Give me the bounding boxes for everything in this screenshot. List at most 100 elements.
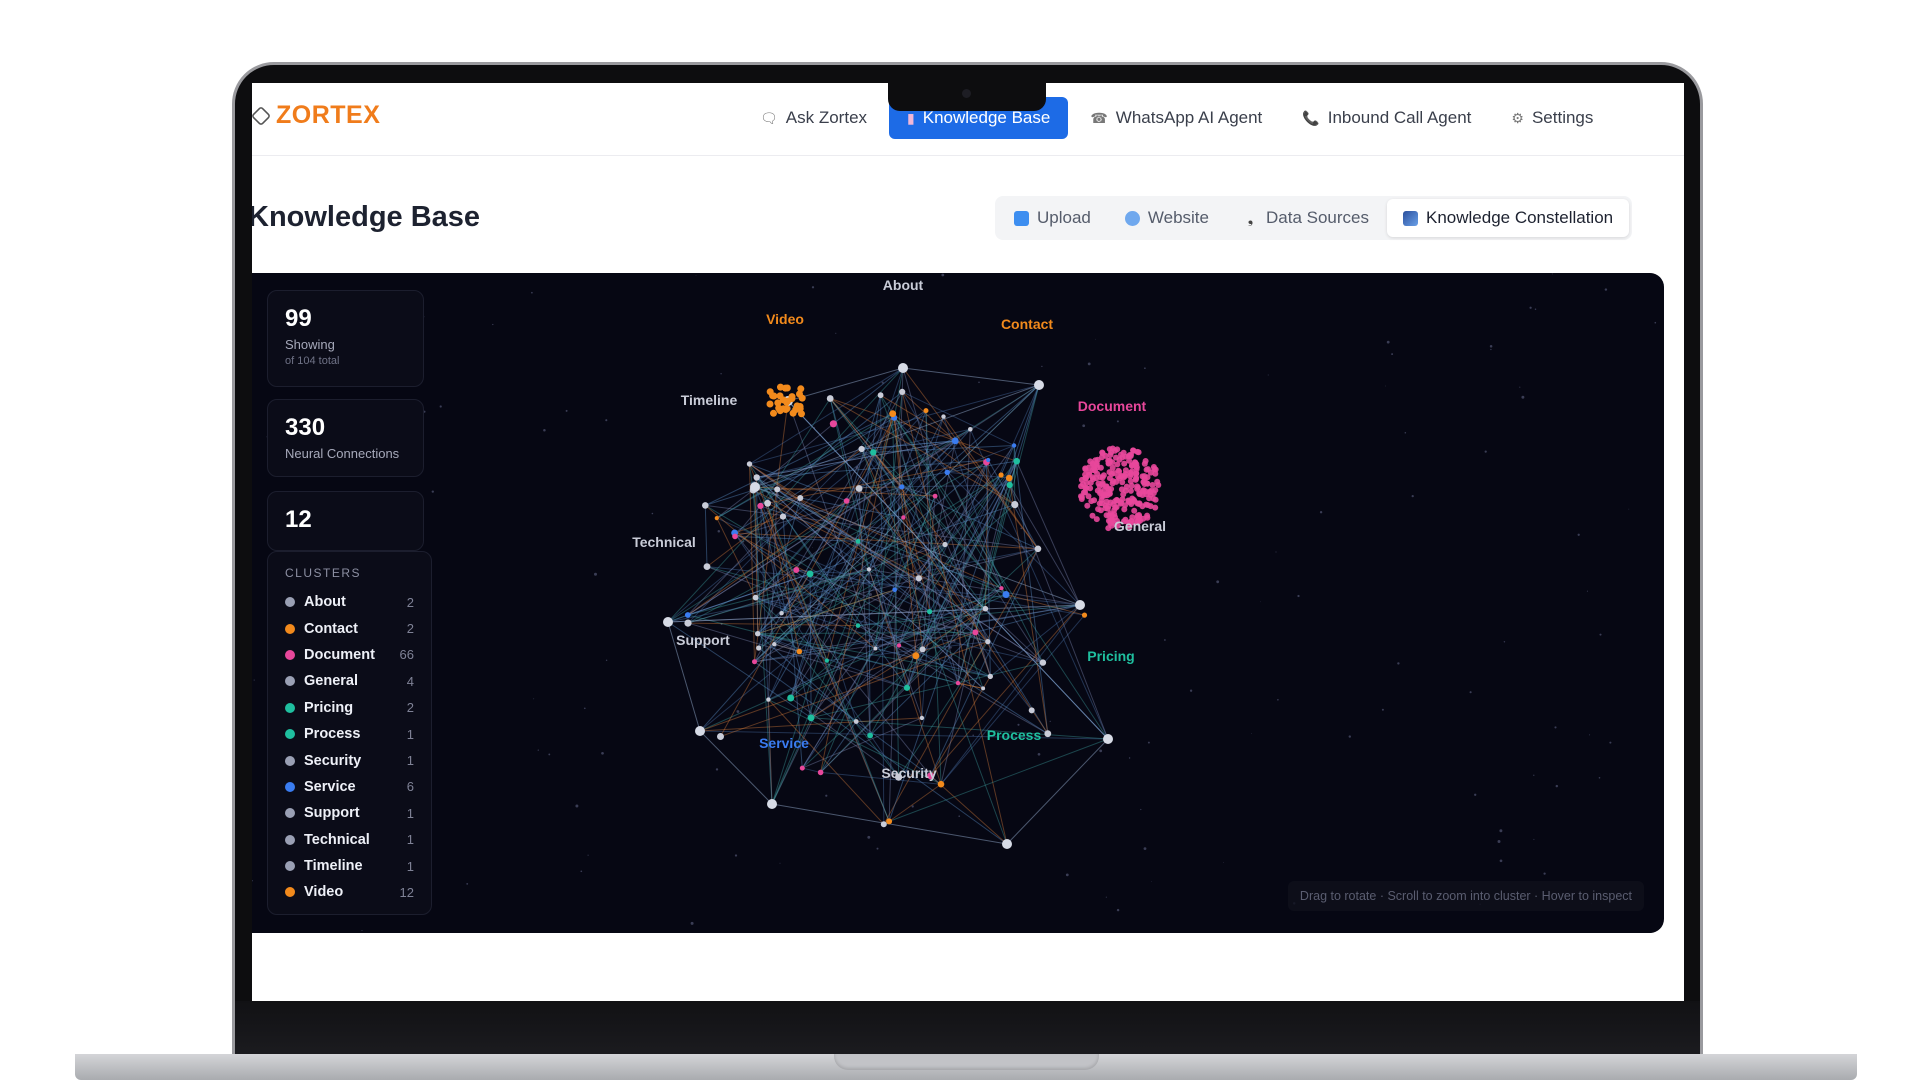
knowledge-node[interactable]	[951, 437, 959, 445]
cluster-hub-node[interactable]	[1002, 839, 1012, 849]
knowledge-node[interactable]	[732, 533, 738, 540]
knowledge-node[interactable]	[824, 658, 830, 663]
knowledge-node[interactable]	[941, 414, 946, 419]
video-cluster-node[interactable]	[796, 405, 804, 413]
tab-upload[interactable]: Upload	[998, 199, 1107, 237]
knowledge-node[interactable]	[942, 541, 948, 548]
video-cluster-node[interactable]	[781, 384, 789, 392]
document-cluster-node[interactable]	[1147, 503, 1154, 510]
knowledge-node[interactable]	[793, 567, 800, 573]
document-cluster-node[interactable]	[1108, 470, 1115, 477]
document-cluster-node[interactable]	[1102, 491, 1109, 498]
cluster-hub-node[interactable]	[663, 617, 673, 627]
cluster-item-technical[interactable]: Technical 1	[285, 827, 414, 853]
knowledge-node[interactable]	[779, 611, 784, 616]
knowledge-node[interactable]	[998, 472, 1004, 478]
knowledge-node[interactable]	[796, 648, 803, 655]
app-logo[interactable]: ZORTEX	[252, 101, 380, 130]
cluster-hub-node[interactable]	[1034, 380, 1044, 390]
document-cluster-node[interactable]	[1141, 479, 1148, 486]
tab-website[interactable]: Website	[1109, 199, 1225, 237]
knowledge-node[interactable]	[766, 697, 771, 702]
document-cluster-node[interactable]	[1122, 467, 1129, 474]
knowledge-node[interactable]	[892, 587, 897, 593]
cluster-item-timeline[interactable]: Timeline 1	[285, 853, 414, 879]
video-cluster-node[interactable]	[783, 405, 791, 413]
knowledge-node[interactable]	[932, 493, 938, 499]
knowledge-node[interactable]	[799, 765, 805, 771]
document-cluster-node[interactable]	[1089, 474, 1096, 481]
knowledge-node[interactable]	[866, 567, 872, 572]
cluster-hub-node[interactable]	[1075, 600, 1085, 610]
knowledge-node[interactable]	[757, 502, 764, 509]
knowledge-node[interactable]	[880, 821, 887, 828]
tab-data-sources[interactable]: ❟ Data Sources	[1227, 199, 1385, 237]
knowledge-node[interactable]	[903, 684, 911, 691]
document-cluster-node[interactable]	[1128, 482, 1135, 489]
document-cluster-node[interactable]	[1094, 464, 1101, 471]
knowledge-node[interactable]	[915, 575, 923, 582]
cluster-item-contact[interactable]: Contact 2	[285, 615, 414, 641]
document-cluster-node[interactable]	[1107, 451, 1114, 458]
document-cluster-node[interactable]	[1087, 485, 1094, 492]
document-cluster-node[interactable]	[1087, 479, 1094, 486]
cluster-hub-node[interactable]	[898, 363, 908, 373]
knowledge-node[interactable]	[714, 516, 719, 521]
document-cluster-node[interactable]	[1143, 466, 1150, 473]
knowledge-node[interactable]	[829, 420, 838, 428]
document-cluster-node[interactable]	[1107, 499, 1114, 506]
document-cluster-node[interactable]	[1133, 470, 1140, 477]
knowledge-node[interactable]	[752, 594, 759, 601]
knowledge-node[interactable]	[981, 686, 986, 691]
knowledge-node[interactable]	[877, 392, 884, 399]
knowledge-node[interactable]	[867, 732, 873, 739]
knowledge-node[interactable]	[752, 659, 757, 665]
document-cluster-node[interactable]	[1087, 458, 1094, 465]
document-cluster-node[interactable]	[1115, 467, 1122, 474]
cluster-item-support[interactable]: Support 1	[285, 800, 414, 826]
knowledge-node[interactable]	[968, 427, 973, 432]
knowledge-node[interactable]	[982, 605, 989, 612]
knowledge-node[interactable]	[912, 652, 920, 660]
document-cluster-node[interactable]	[1106, 446, 1113, 453]
knowledge-node[interactable]	[873, 646, 878, 651]
knowledge-node[interactable]	[717, 733, 724, 740]
knowledge-node[interactable]	[927, 609, 933, 615]
knowledge-node[interactable]	[702, 502, 709, 509]
knowledge-node[interactable]	[853, 719, 859, 724]
knowledge-node[interactable]	[889, 410, 897, 418]
knowledge-node[interactable]	[779, 513, 787, 520]
document-cluster-node[interactable]	[1114, 446, 1121, 453]
video-cluster-node[interactable]	[796, 390, 803, 398]
knowledge-node[interactable]	[919, 646, 926, 653]
knowledge-node[interactable]	[901, 515, 906, 520]
knowledge-node[interactable]	[855, 623, 861, 628]
document-cluster-node[interactable]	[1136, 491, 1143, 498]
knowledge-node[interactable]	[806, 570, 814, 578]
document-cluster-node[interactable]	[1152, 487, 1159, 494]
cluster-item-service[interactable]: Service 6	[285, 774, 414, 800]
cluster-item-document[interactable]: Document 66	[285, 642, 414, 668]
cluster-item-video[interactable]: Video 12	[285, 879, 414, 905]
knowledge-node[interactable]	[817, 769, 824, 776]
knowledge-node[interactable]	[899, 388, 906, 395]
cluster-hub-node[interactable]	[767, 799, 777, 809]
nav-whatsapp-ai-agent[interactable]: ☎ WhatsApp AI Agent	[1072, 97, 1280, 139]
cluster-item-pricing[interactable]: Pricing 2	[285, 695, 414, 721]
document-cluster-node[interactable]	[1130, 496, 1137, 503]
knowledge-node[interactable]	[985, 639, 991, 645]
document-cluster-node[interactable]	[1109, 464, 1116, 471]
knowledge-node[interactable]	[753, 474, 760, 481]
video-cluster-node[interactable]	[776, 392, 784, 400]
video-cluster-node[interactable]	[776, 407, 784, 415]
knowledge-node[interactable]	[1044, 730, 1052, 738]
document-cluster-node[interactable]	[1106, 512, 1113, 519]
document-cluster-node[interactable]	[1093, 516, 1100, 523]
document-cluster-node[interactable]	[1152, 496, 1159, 503]
document-cluster-node[interactable]	[1121, 460, 1128, 467]
knowledge-node[interactable]	[826, 395, 834, 402]
knowledge-node[interactable]	[1005, 474, 1013, 482]
video-cluster-node[interactable]	[783, 398, 791, 406]
document-cluster-node[interactable]	[1078, 496, 1085, 502]
video-cluster-node[interactable]	[770, 409, 777, 417]
